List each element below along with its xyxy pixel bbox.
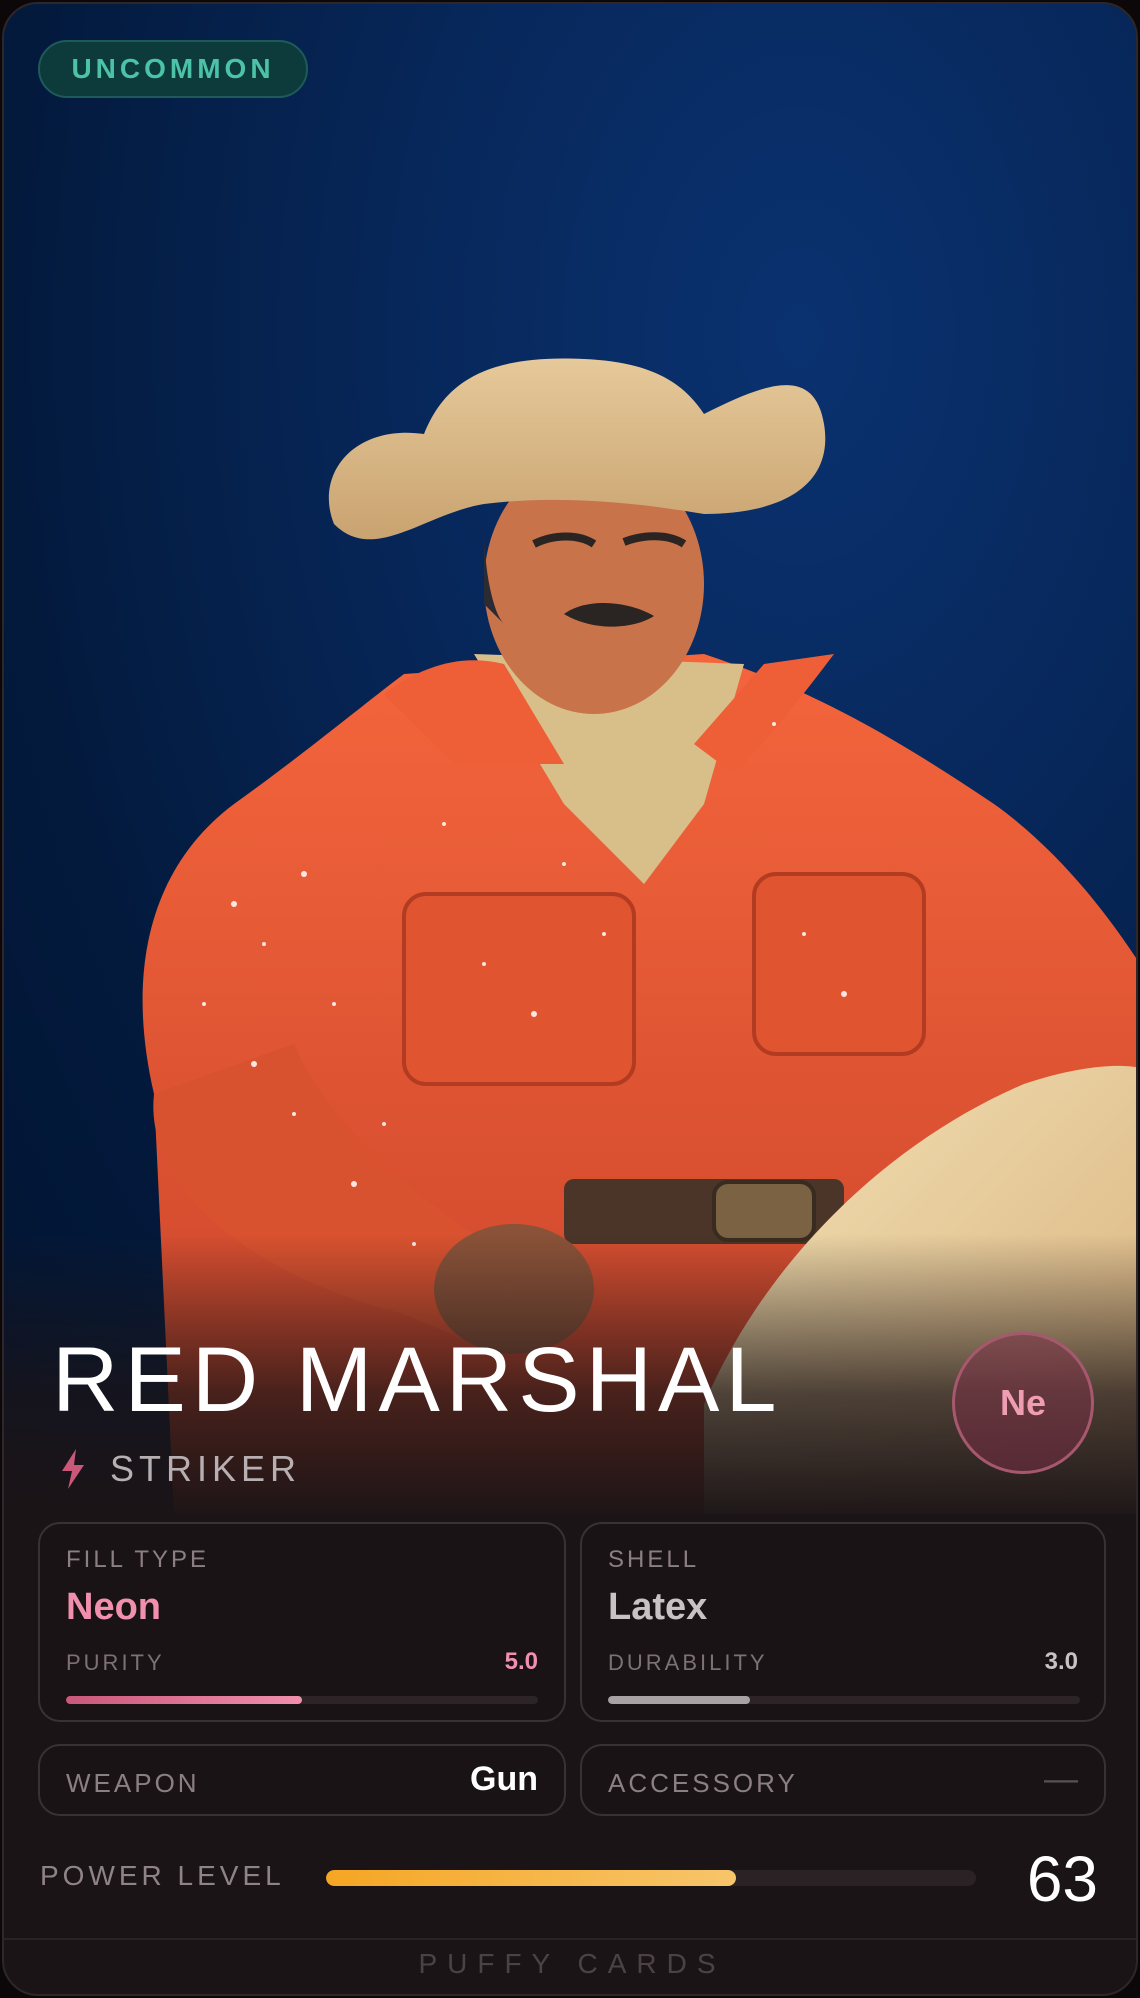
shell-label: SHELL	[608, 1546, 700, 1573]
shell-value: Latex	[608, 1586, 708, 1628]
fill-type-label: FILL TYPE	[66, 1546, 210, 1573]
weapon-value: Gun	[470, 1760, 538, 1798]
purity-label: PURITY	[66, 1650, 165, 1675]
card-title: RED MARSHAL	[52, 1329, 783, 1431]
character-card[interactable]: UNCOMMON RED MARSHAL STRIKER Ne FILL TYP…	[2, 2, 1138, 1996]
fill-type-panel: FILL TYPE Neon PURITY 5.0	[38, 1522, 566, 1722]
purity-bar-fill	[66, 1696, 302, 1704]
footer-brand: PUFFY CARDS	[418, 1948, 726, 1979]
durability-label: DURABILITY	[608, 1650, 768, 1675]
power-level-bar	[326, 1870, 976, 1886]
weapon-label: WEAPON	[66, 1768, 200, 1798]
weapon-panel: WEAPON Gun	[38, 1744, 566, 1816]
footer-divider	[4, 1938, 1136, 1940]
card-class: STRIKER	[60, 1446, 301, 1492]
class-label: STRIKER	[110, 1448, 302, 1489]
element-badge[interactable]: Ne	[952, 1332, 1094, 1474]
power-level-value: 63	[1026, 1843, 1098, 1915]
accessory-value: —	[1044, 1760, 1078, 1798]
power-level-bar-fill	[326, 1870, 736, 1886]
accessory-label: ACCESSORY	[608, 1768, 798, 1798]
shell-panel: SHELL Latex DURABILITY 3.0	[580, 1522, 1106, 1722]
durability-value: 3.0	[1044, 1648, 1078, 1675]
durability-bar	[608, 1696, 1080, 1704]
accessory-panel: ACCESSORY —	[580, 1744, 1106, 1816]
purity-bar	[66, 1696, 538, 1704]
purity-value: 5.0	[504, 1648, 538, 1675]
fill-type-value: Neon	[66, 1586, 161, 1628]
power-level-label: POWER LEVEL	[40, 1860, 285, 1891]
lightning-bolt-icon	[62, 1449, 84, 1489]
rarity-badge: UNCOMMON	[38, 40, 308, 98]
durability-bar-fill	[608, 1696, 750, 1704]
